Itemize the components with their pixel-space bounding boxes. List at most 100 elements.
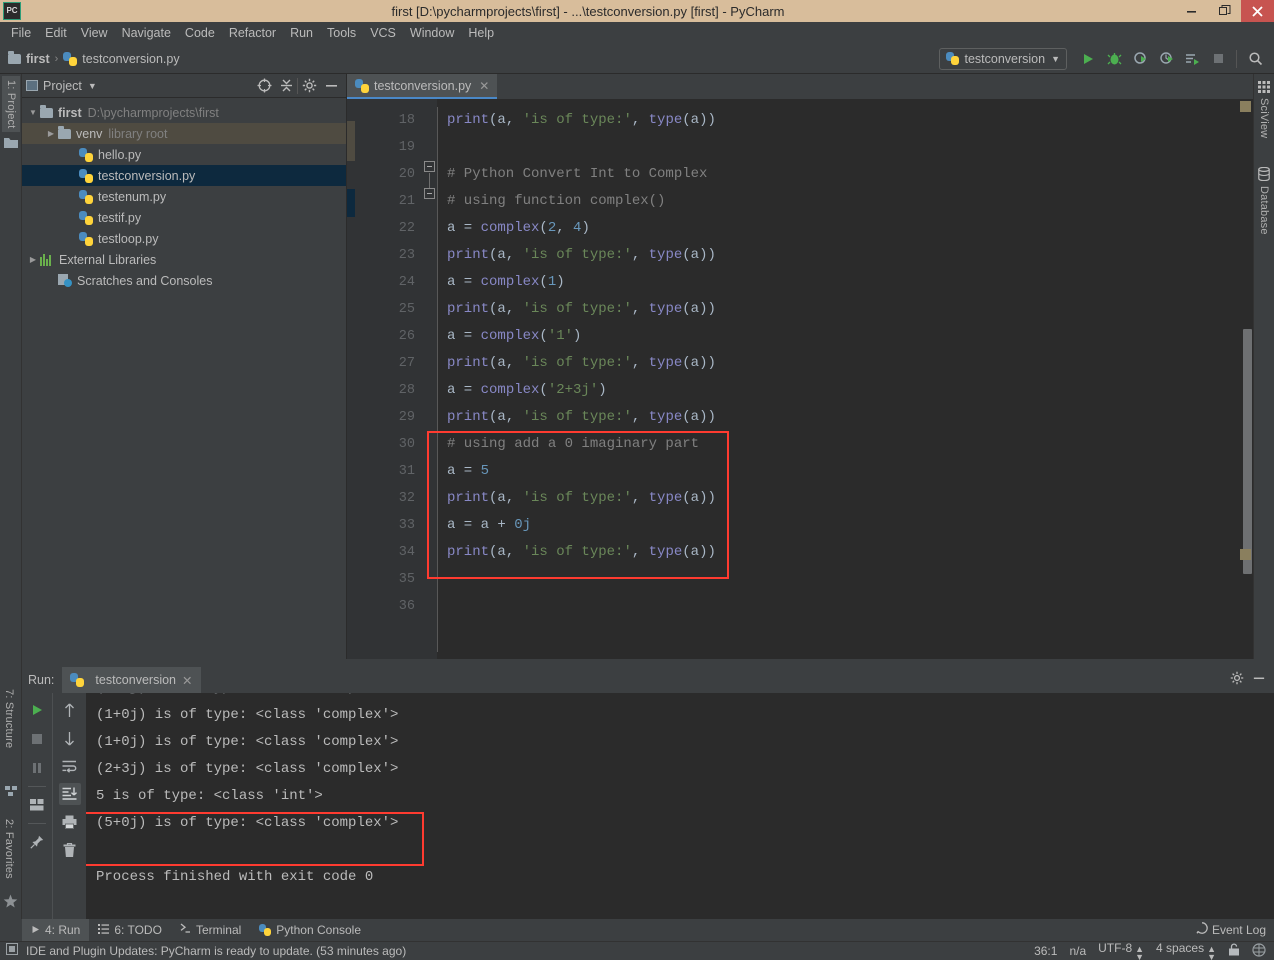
- up-arrow-icon[interactable]: [59, 699, 81, 721]
- profile-button[interactable]: [1153, 46, 1179, 72]
- scroll-to-end-icon[interactable]: [58, 783, 81, 805]
- code-line-25: print(a, 'is of type:', type(a)): [447, 296, 1253, 323]
- layout-button[interactable]: [26, 794, 48, 816]
- run-control-toolbar: [22, 693, 52, 919]
- file-encoding[interactable]: UTF-8 ▲ ▼: [1098, 941, 1144, 960]
- sidebar-item-favorites[interactable]: 2: Favorites: [3, 819, 15, 879]
- editor-scrollbar-thumb[interactable]: [1243, 329, 1252, 574]
- menu-refactor[interactable]: Refactor: [222, 24, 283, 42]
- lock-icon[interactable]: [1228, 943, 1240, 959]
- debug-button[interactable]: [1101, 46, 1127, 72]
- project-panel-chevron-icon[interactable]: ▼: [88, 81, 97, 91]
- line-separator[interactable]: n/a: [1069, 944, 1086, 958]
- menu-window[interactable]: Window: [403, 24, 461, 42]
- code-folding-gutter[interactable]: [423, 99, 437, 659]
- bottom-tab-todo[interactable]: 6: TODO: [89, 919, 171, 941]
- tree-item-hello-py[interactable]: hello.py: [22, 144, 346, 165]
- editor-marker-caret[interactable]: [1240, 549, 1251, 560]
- gear-icon[interactable]: [1230, 671, 1244, 690]
- print-icon[interactable]: [59, 811, 81, 833]
- more-run-options-button[interactable]: [1179, 46, 1205, 72]
- soft-wrap-icon[interactable]: [59, 755, 81, 777]
- event-log-area[interactable]: Event Log: [1196, 921, 1274, 939]
- pause-button[interactable]: [26, 757, 48, 779]
- tree-item-testenum-py[interactable]: testenum.py: [22, 186, 346, 207]
- run-tab-testconversion[interactable]: testconversion ✕: [62, 667, 201, 693]
- bottom-tab-python-console[interactable]: Python Console: [250, 919, 370, 941]
- chevron-right-icon[interactable]: ▶: [44, 129, 58, 138]
- menu-edit[interactable]: Edit: [38, 24, 74, 42]
- code-text[interactable]: print(a, 'is of type:', type(a)) # Pytho…: [427, 99, 1253, 659]
- bottom-tab-run[interactable]: 4: Run: [22, 919, 90, 941]
- stop-button[interactable]: [1205, 46, 1231, 72]
- tree-item-venv[interactable]: ▶ venv library root: [22, 123, 346, 144]
- project-strip-folder-icon: [4, 136, 18, 154]
- down-arrow-icon[interactable]: [59, 727, 81, 749]
- maximize-button[interactable]: [1208, 0, 1241, 22]
- breadcrumb-separator: ›: [54, 52, 59, 65]
- sidebar-item-project[interactable]: 1: Project: [2, 76, 20, 133]
- run-with-coverage-button[interactable]: [1127, 46, 1153, 72]
- search-everywhere-icon[interactable]: [1242, 46, 1268, 72]
- bottom-tab-terminal[interactable]: Terminal: [171, 919, 250, 941]
- breadcrumb-project[interactable]: first: [26, 52, 50, 66]
- scroll-from-source-icon[interactable]: [253, 75, 275, 97]
- gear-icon[interactable]: [298, 75, 320, 97]
- menu-tools[interactable]: Tools: [320, 24, 363, 42]
- python-icon: [259, 924, 272, 936]
- indent-setting[interactable]: 4 spaces ▲ ▼: [1156, 941, 1216, 960]
- tree-item-testloop-py[interactable]: testloop.py: [22, 228, 346, 249]
- fold-marker-collapse-icon[interactable]: [424, 161, 435, 172]
- status-message[interactable]: IDE and Plugin Updates: PyCharm is ready…: [26, 944, 406, 958]
- close-icon[interactable]: ✕: [479, 79, 489, 93]
- chevron-updown-icon: ▲ ▼: [1135, 944, 1145, 960]
- minimize-button[interactable]: [1175, 0, 1208, 22]
- tree-item-label: hello.py: [98, 147, 142, 162]
- sidebar-item-sciview[interactable]: SciView: [1258, 98, 1270, 138]
- sidebar-item-database[interactable]: Database: [1258, 186, 1270, 235]
- run-configuration-selector[interactable]: testconversion ▼: [939, 47, 1067, 70]
- line-number: 22: [398, 221, 415, 236]
- tree-item-scratches-and-consoles[interactable]: Scratches and Consoles: [22, 270, 346, 291]
- menu-vcs[interactable]: VCS: [363, 24, 403, 42]
- console-output[interactable]: (2+4j) is of type: <class 'complex'> (1+…: [86, 693, 1274, 919]
- token: (a,: [489, 112, 523, 128]
- status-notification-icon[interactable]: [6, 942, 18, 960]
- collapse-all-icon[interactable]: [275, 75, 297, 97]
- close-button[interactable]: [1241, 0, 1274, 22]
- menu-run[interactable]: Run: [283, 24, 320, 42]
- editor-marker-top[interactable]: [1240, 101, 1251, 112]
- rerun-button[interactable]: [26, 699, 48, 721]
- caret-position[interactable]: 36:1: [1034, 944, 1057, 958]
- token: 'is of type:': [522, 544, 632, 560]
- code-editor[interactable]: 18 19 20 21 22 23 24 25 26 27 28 29 30 3…: [347, 99, 1253, 659]
- chevron-down-icon[interactable]: ▼: [26, 108, 40, 117]
- tree-item-first[interactable]: ▼ first D:\pycharmprojects\first: [22, 102, 346, 123]
- token: a =: [447, 463, 481, 479]
- console-line: (1+0j) is of type: <class 'complex'>: [96, 734, 399, 750]
- inspection-level-icon[interactable]: [1252, 942, 1266, 960]
- tree-item-testif-py[interactable]: testif.py: [22, 207, 346, 228]
- hide-panel-icon[interactable]: [320, 75, 342, 97]
- menu-file[interactable]: File: [4, 24, 38, 42]
- editor-scrollbar-track[interactable]: [1240, 99, 1253, 659]
- tab-testconversion-py[interactable]: testconversion.py ✕: [347, 74, 498, 99]
- tree-item-external-libraries[interactable]: ▶ External Libraries: [22, 249, 346, 270]
- hide-panel-icon[interactable]: [1252, 671, 1266, 690]
- project-panel-title[interactable]: Project: [43, 79, 82, 93]
- trash-icon[interactable]: [59, 839, 81, 861]
- tree-item-testconversion-py[interactable]: testconversion.py: [22, 165, 346, 186]
- menu-navigate[interactable]: Navigate: [115, 24, 178, 42]
- close-icon[interactable]: ✕: [182, 673, 192, 688]
- menu-code[interactable]: Code: [178, 24, 222, 42]
- sidebar-item-structure[interactable]: 7: Structure: [3, 689, 15, 748]
- chevron-right-icon[interactable]: ▶: [26, 255, 40, 264]
- run-button[interactable]: [1075, 46, 1101, 72]
- stop-button[interactable]: [26, 728, 48, 750]
- pin-tab-button[interactable]: [26, 831, 48, 853]
- menu-view[interactable]: View: [74, 24, 115, 42]
- menu-help[interactable]: Help: [461, 24, 501, 42]
- fold-marker-collapse-icon[interactable]: [424, 188, 435, 199]
- breadcrumb-file[interactable]: testconversion.py: [82, 52, 179, 66]
